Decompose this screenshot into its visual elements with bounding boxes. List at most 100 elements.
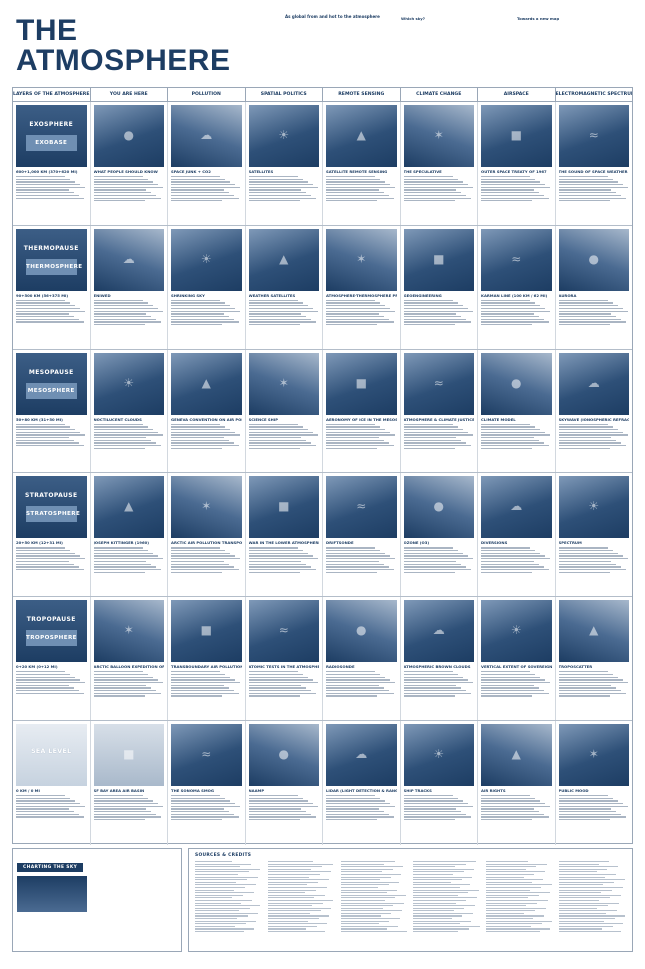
text-line (248, 186, 318, 189)
text-line (403, 307, 468, 310)
text-line (403, 676, 463, 678)
text-block (481, 671, 552, 697)
topic-image: ■ (248, 476, 319, 539)
photo-icon: ☀ (433, 746, 445, 761)
text-line (267, 884, 308, 886)
text-line (559, 915, 626, 917)
photo-icon: ☁ (122, 251, 135, 266)
sources-title: SOURCES & CREDITS (195, 853, 252, 858)
text-line (248, 192, 307, 194)
text-line (481, 189, 534, 191)
text-line (486, 918, 534, 920)
text-line (326, 800, 386, 802)
layer-row: TROPOPAUSE TROPOSPHERE 0+20 KM (0+12 MI) ✶ A… (13, 597, 632, 721)
text-block (326, 794, 397, 821)
text-line (93, 550, 148, 552)
intro-text: As global from and hot to the atmosphere… (285, 14, 627, 21)
text-line (171, 679, 236, 681)
text-line (267, 897, 314, 899)
text-block (403, 547, 475, 573)
photo-icon: ▲ (511, 746, 521, 761)
text-line (559, 886, 623, 889)
text-line (340, 879, 381, 881)
text-line (558, 428, 618, 431)
text-line (326, 690, 389, 692)
topic-image: ■ (171, 600, 242, 663)
text-line (267, 892, 306, 894)
text-line (558, 310, 628, 312)
text-line (171, 797, 226, 799)
text-line (16, 555, 81, 557)
text-line (481, 310, 551, 312)
text-line (481, 673, 536, 676)
text-line (559, 905, 608, 907)
text-line (93, 313, 147, 315)
text-line (559, 912, 606, 914)
text-line (248, 318, 312, 320)
text-line (486, 905, 527, 907)
text-line (171, 431, 236, 433)
layer-band: THERMOSPHERE (26, 258, 82, 275)
text-line (403, 687, 462, 689)
topic-cell: ✶ SCIENCE SHIP (246, 349, 323, 473)
text-line (403, 197, 472, 199)
text-line (171, 445, 239, 447)
text-line (93, 692, 162, 694)
text-block (481, 423, 552, 450)
photo-icon: ≈ (278, 623, 289, 638)
text-line (195, 871, 250, 873)
text-line (559, 892, 602, 894)
topic-cell: ☀ SPECTRUM (556, 473, 633, 596)
text-line (248, 439, 307, 442)
text-line (93, 673, 148, 676)
text-line (558, 447, 610, 450)
sources-columns (195, 861, 626, 934)
text-line (16, 684, 69, 686)
photo-icon: ● (511, 375, 522, 390)
text-line (486, 931, 540, 933)
text-line (171, 671, 221, 673)
text-line (248, 681, 318, 684)
text-line (486, 910, 536, 912)
photo-icon: ● (278, 746, 289, 761)
text-line (558, 186, 628, 189)
text-line (326, 676, 386, 678)
text-line (16, 305, 76, 307)
topic-image: ✶ (93, 600, 164, 663)
page-title: THE ATMOSPHERE (16, 14, 231, 77)
text-line (326, 192, 384, 194)
text-line (248, 695, 300, 697)
photo-icon: ● (433, 499, 444, 514)
text-line (559, 928, 602, 930)
text-line (16, 428, 76, 431)
source-column (559, 861, 626, 934)
text-line (171, 687, 229, 689)
text-line (16, 178, 71, 180)
text-line (558, 692, 627, 694)
text-line (486, 892, 550, 894)
text-line (326, 426, 381, 428)
text-line (248, 690, 312, 692)
text-line (248, 563, 307, 565)
topic-image: ☁ (93, 228, 164, 291)
text-line (340, 918, 401, 920)
atmosphere-grid: LAYERS OF THE ATMOSPHERE YOU ARE HERE POLL… (12, 87, 633, 845)
topic-cell: ■ OUTER SPACE TREATY OF 1967 (478, 102, 556, 225)
text-line (195, 863, 252, 865)
layer-cell: TROPOPAUSE TROPOSPHERE 0+20 KM (0+12 MI) (13, 597, 91, 720)
text-line (403, 805, 473, 808)
text-line (558, 679, 623, 681)
text-line (16, 194, 79, 197)
text-line (486, 886, 542, 889)
text-line (93, 819, 145, 821)
text-line (403, 323, 455, 326)
text-line (558, 437, 612, 439)
text-line (16, 681, 86, 684)
text-line (413, 928, 469, 930)
text-line (248, 434, 318, 436)
text-line (558, 307, 623, 310)
topic-image: ☀ (93, 352, 164, 415)
text-line (326, 550, 381, 552)
topic-title: KARMAN LINE (100 KM / 62 MI) (481, 292, 548, 298)
text-line (403, 184, 468, 186)
